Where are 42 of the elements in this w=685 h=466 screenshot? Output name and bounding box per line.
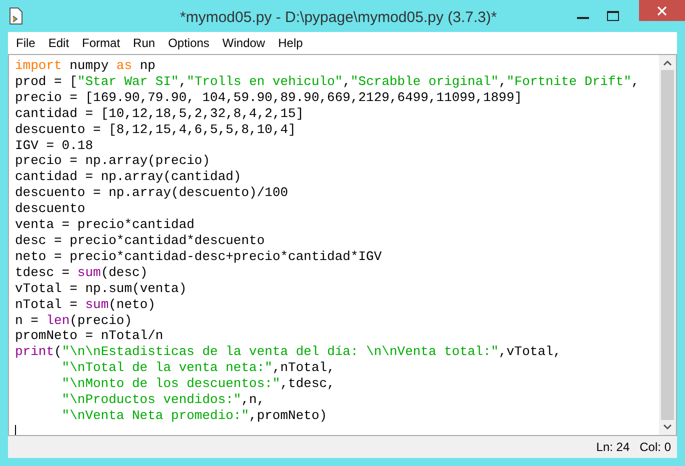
- code-line: descuento = np.array(descuento)/100: [15, 185, 288, 202]
- code-line: prod = ["Star War SI","Trolls en vehiculo","Scrabble original","Fortnite Drift",: [15, 74, 640, 90]
- code-line: IGV = 0.18: [15, 138, 94, 154]
- code-line: venta = precio*cantidad: [15, 217, 194, 233]
- code-line: cantidad = [10,12,18,5,2,32,8,4,2,15]: [15, 106, 304, 122]
- code-line: descuento: [15, 201, 86, 218]
- code-line: cantidad = np.array(cantidad): [15, 169, 242, 186]
- menu-item[interactable]: Options: [168, 34, 210, 52]
- maximize-icon[interactable]: [607, 11, 619, 21]
- code-line: print("\n\nEstadisticas de la venta del día: \n\nVenta total:",vTotal,: [15, 344, 562, 360]
- menu-item[interactable]: Edit: [48, 34, 70, 52]
- code-line: "\nProductos vendidos:",n,: [62, 392, 265, 408]
- scrollbar[interactable]: [659, 55, 676, 435]
- code-line: promNeto = nTotal/n: [15, 328, 164, 344]
- text-cursor: [15, 424, 16, 435]
- scrollbar-thumb[interactable]: [661, 70, 674, 420]
- menu-item[interactable]: Help: [278, 34, 303, 52]
- column-number: Col: 0: [640, 439, 671, 456]
- code-line: import numpy as np: [15, 58, 156, 74]
- menu-item[interactable]: File: [16, 34, 36, 52]
- code-line: precio = [169.90,79.90, 104,59.90,89.90,669,2129,6499,11099,1899]: [15, 90, 522, 106]
- code-line: "\nTotal de la venta neta:",nTotal,: [62, 360, 335, 376]
- code-line: n = len(precio): [15, 312, 132, 328]
- code-line: nTotal = sum(neto): [15, 296, 156, 312]
- scroll-down-icon[interactable]: [663, 424, 672, 430]
- code-line: "\nMonto de los descuentos:",tdesc,: [62, 376, 335, 392]
- menu-item[interactable]: Window: [222, 34, 266, 52]
- line-number: Ln: 24: [596, 439, 630, 456]
- close-button[interactable]: [639, 0, 685, 21]
- document-icon: [8, 7, 24, 25]
- code-line: vTotal = np.sum(venta): [15, 280, 187, 297]
- scroll-up-icon[interactable]: [663, 60, 672, 66]
- close-icon: [657, 6, 667, 16]
- code-line: tdesc = sum(desc): [15, 264, 148, 281]
- menu-item[interactable]: Run: [133, 34, 156, 52]
- code-line: "\nVenta Neta promedio:",promNeto): [62, 408, 328, 424]
- code-line: neto = precio*cantidad-desc+precio*cantidad*IGV: [15, 248, 382, 265]
- code-line: precio = np.array(precio): [15, 153, 210, 170]
- window-title: *mymod05.py - D:\pypage\mymod05.py (3.7.3)*: [180, 8, 497, 28]
- code-line: descuento = [8,12,15,4,6,5,5,8,10,4]: [15, 122, 296, 138]
- code-line: desc = precio*cantidad*descuento: [15, 232, 265, 249]
- menu-item[interactable]: Format: [82, 34, 120, 52]
